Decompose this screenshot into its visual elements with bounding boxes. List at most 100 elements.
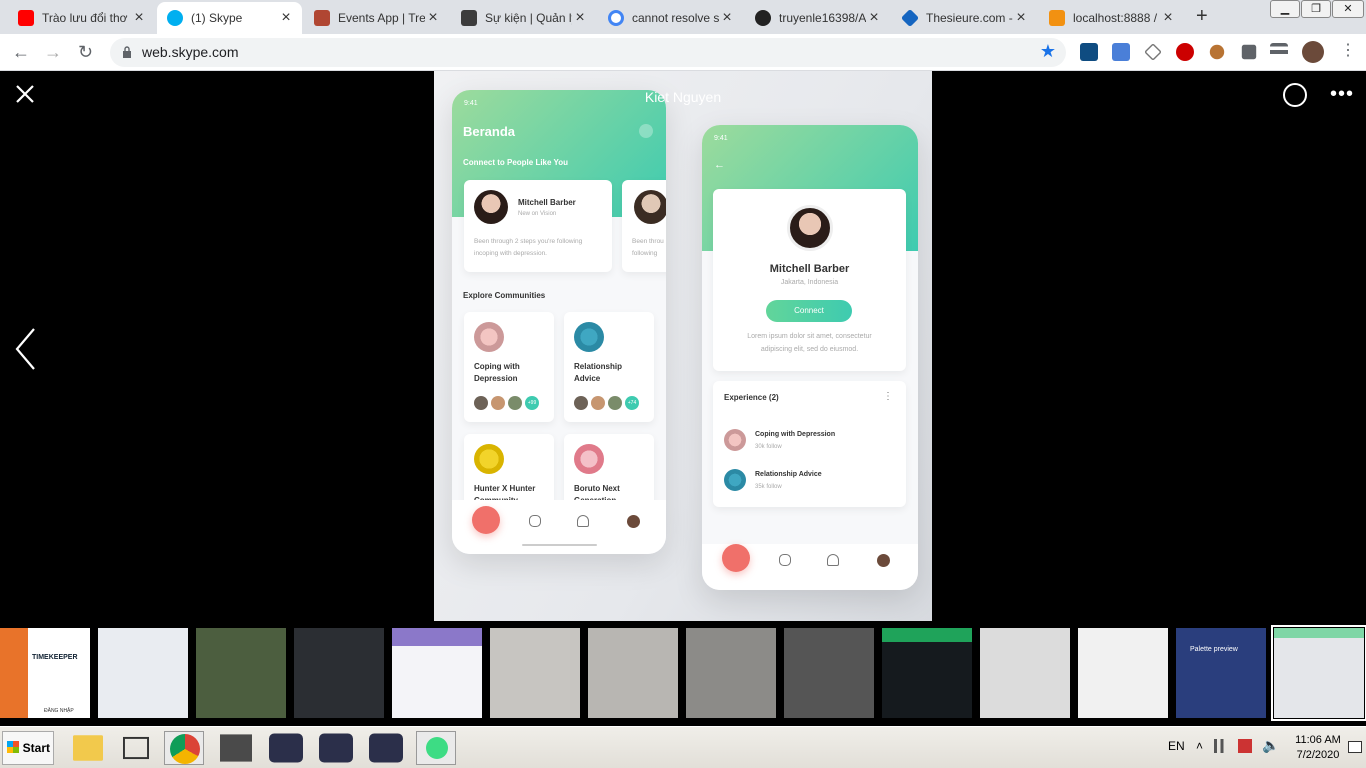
profile-avatar[interactable] [877, 554, 890, 567]
reload-icon[interactable]: ↻ [78, 42, 93, 63]
thumbnail[interactable]: Palette preview [1176, 628, 1266, 718]
community-name: Advice [574, 374, 601, 383]
start-button[interactable]: Start [2, 731, 54, 765]
chrome-icon [170, 734, 200, 764]
bell-icon[interactable] [577, 515, 589, 527]
app-icon[interactable] [319, 733, 353, 763]
close-tab-icon[interactable]: × [572, 9, 588, 27]
profile-avatar[interactable] [1302, 41, 1324, 63]
thumbnail[interactable] [98, 628, 188, 718]
sublime-text-icon[interactable] [220, 734, 252, 762]
home-grid-icon[interactable] [722, 544, 750, 572]
experience-title: Experience (2) [724, 393, 779, 402]
restore-icon[interactable]: ❐ [1301, 0, 1331, 18]
address-bar[interactable]: web.skype.com ★ [110, 38, 1066, 67]
more-options-icon[interactable]: ••• [1330, 83, 1354, 106]
thumbnail[interactable] [588, 628, 678, 718]
community-name: Coping with [474, 362, 520, 371]
thumbnail[interactable] [392, 628, 482, 718]
person-card[interactable]: Been throu following [622, 180, 666, 272]
tab-youtube[interactable]: Trào lưu đổi thơ × [8, 2, 155, 34]
chat-icon[interactable] [529, 515, 541, 527]
home-grid-icon[interactable] [472, 506, 500, 534]
bookmark-star-icon[interactable]: ★ [1040, 41, 1056, 62]
language-indicator[interactable]: EN [1168, 739, 1185, 753]
thumbnail-label: Palette preview [1190, 646, 1238, 653]
close-tab-icon[interactable]: × [278, 9, 294, 27]
back-icon[interactable]: ← [12, 42, 30, 63]
previous-image-icon[interactable] [14, 327, 38, 371]
puzzle-icon[interactable] [1241, 44, 1257, 60]
translate-icon[interactable] [1112, 43, 1130, 61]
notification-icon[interactable] [1348, 741, 1362, 753]
community-card[interactable]: Coping with Depression +99 [464, 312, 554, 422]
profile-location: Jakarta, Indonesia [780, 279, 839, 286]
back-arrow-icon[interactable]: ← [714, 159, 725, 171]
thumbnail[interactable] [196, 628, 286, 718]
network-icon[interactable] [1214, 739, 1230, 753]
android-studio-taskbar-button[interactable] [416, 731, 456, 765]
experience-card: Experience (2) ⋮ Coping with Depression … [713, 381, 906, 507]
tray-app-icon[interactable] [1238, 739, 1252, 753]
person-card[interactable]: Mitchell Barber New on Vision Been throu… [464, 180, 612, 272]
thumbnail-label: TIMEKEEPER [32, 654, 78, 661]
eyedropper-icon[interactable] [1144, 43, 1162, 61]
screen: Trào lưu đổi thơ × (1) Skype × Events Ap… [0, 0, 1366, 768]
emoji-react-icon[interactable] [1283, 83, 1307, 107]
app-icon[interactable] [369, 733, 403, 763]
close-tab-icon[interactable]: × [131, 9, 147, 27]
close-tab-icon[interactable]: × [719, 9, 735, 27]
adblock-icon[interactable] [1176, 43, 1194, 61]
volume-icon[interactable]: 🔈 [1262, 737, 1279, 754]
tray-expand-icon[interactable]: ˄ [1196, 739, 1203, 753]
thumbnail[interactable] [1078, 628, 1168, 718]
tab-github[interactable]: truyenle16398/A × [745, 2, 890, 34]
close-window-icon[interactable]: ✕ [1332, 0, 1364, 18]
tab-localhost[interactable]: localhost:8888 / × [1039, 2, 1184, 34]
thumbnail[interactable] [294, 628, 384, 718]
thumbnail-accent [0, 628, 28, 718]
tab-trello[interactable]: Events App | Tre × [304, 2, 449, 34]
thumbnail[interactable] [784, 628, 874, 718]
chrome-taskbar-button[interactable] [164, 731, 204, 765]
close-tab-icon[interactable]: × [1013, 9, 1029, 27]
close-tab-icon[interactable]: × [866, 9, 882, 27]
system-clock[interactable]: 11:06 AM 7/2/2020 [1290, 733, 1346, 763]
menu-dots-icon[interactable]: ⋮ [1340, 40, 1356, 60]
person-subtitle: New on Vision [518, 211, 557, 217]
app-icon[interactable] [269, 733, 303, 763]
thumbnail[interactable] [882, 628, 972, 718]
more-options-icon[interactable]: ⋮ [883, 391, 893, 402]
community-card[interactable]: Relationship Advice +74 [564, 312, 654, 422]
file-explorer-icon[interactable] [73, 735, 103, 761]
jsonviewer-icon[interactable] [1080, 43, 1098, 61]
task-view-icon[interactable] [123, 736, 149, 760]
thumbnail[interactable] [490, 628, 580, 718]
thumbnail[interactable] [980, 628, 1070, 718]
bell-icon[interactable] [827, 554, 839, 566]
chat-icon[interactable] [779, 554, 791, 566]
search-icon[interactable] [639, 124, 653, 138]
profile-avatar[interactable] [627, 515, 640, 528]
tab-google[interactable]: cannot resolve sy × [598, 2, 743, 34]
tab-title: Thesieure.com - [926, 11, 1013, 25]
connect-button[interactable]: Connect [766, 300, 852, 322]
tab-skype[interactable]: (1) Skype × [157, 2, 302, 34]
windows-taskbar: Start EN ˄ 🔈 11:06 AM 7/2/2020 [0, 726, 1366, 768]
section-heading: Explore Communities [463, 291, 546, 300]
experience-follow: 30k follow [755, 444, 782, 450]
media-icon[interactable] [1270, 43, 1288, 61]
thumbnail[interactable]: TIMEKEEPER ĐĂNG NHẬP [0, 628, 90, 718]
minimize-icon[interactable]: ▁ [1270, 0, 1300, 18]
google-icon [608, 10, 624, 26]
close-tab-icon[interactable]: × [1160, 9, 1176, 27]
thumbnail-current[interactable] [1271, 625, 1366, 721]
extension-icon[interactable] [1209, 44, 1225, 60]
close-icon[interactable] [14, 83, 36, 105]
thumbnail[interactable] [686, 628, 776, 718]
forward-icon[interactable]: → [44, 42, 62, 63]
tab-thesieure[interactable]: Thesieure.com - × [892, 2, 1037, 34]
close-tab-icon[interactable]: × [425, 9, 441, 27]
tab-events[interactable]: Sự kiện | Quản lý × [451, 2, 596, 34]
new-tab-button[interactable]: + [1196, 5, 1208, 28]
